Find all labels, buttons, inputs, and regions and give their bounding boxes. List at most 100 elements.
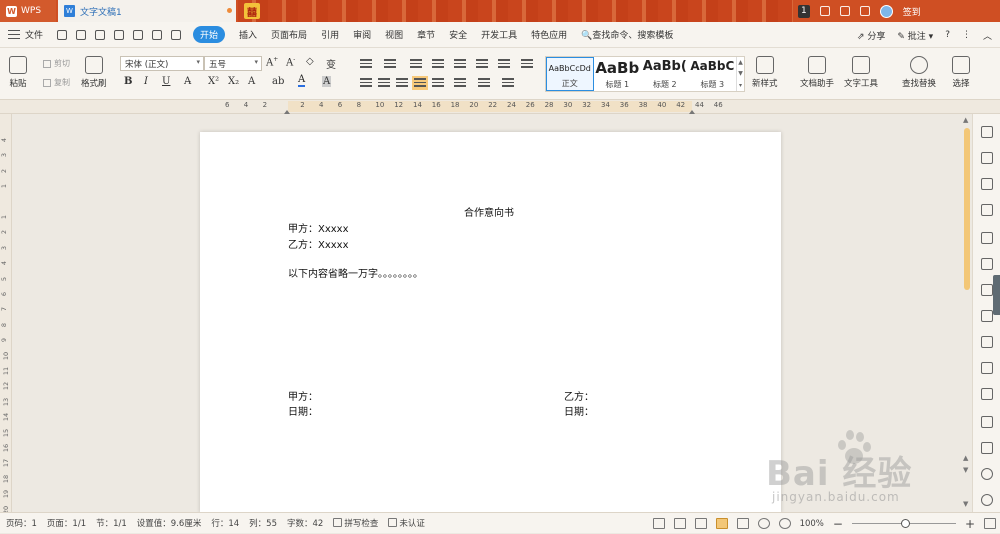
vertical-ruler[interactable]: 4 3 2 1 1 2 3 4 5 6 7 8 9 10 11 12 13 14 15 16 17 18 19 20 bbox=[0, 114, 12, 514]
clear-format-icon[interactable]: ◇ bbox=[306, 56, 314, 67]
outline-view-icon[interactable] bbox=[694, 518, 707, 529]
select-arrow-icon[interactable] bbox=[981, 152, 993, 164]
fit-page-icon[interactable] bbox=[984, 518, 996, 529]
print-icon[interactable] bbox=[95, 29, 106, 40]
text-tools-button[interactable]: 文字工具 bbox=[844, 56, 878, 89]
tab-page-layout[interactable]: 页面布局 bbox=[271, 28, 307, 41]
font-name-select[interactable]: 宋体 (正文) bbox=[120, 56, 204, 71]
pen-icon[interactable] bbox=[981, 126, 993, 138]
redo-icon[interactable] bbox=[152, 29, 163, 40]
align-left-icon[interactable] bbox=[360, 78, 372, 88]
tab-developer[interactable]: 开发工具 bbox=[481, 28, 517, 41]
font-size-select[interactable]: 五号 bbox=[204, 56, 262, 71]
justify-icon[interactable] bbox=[412, 76, 428, 90]
more-icon[interactable]: ⋮ bbox=[962, 30, 971, 40]
style-heading1[interactable]: AaBb 标题 1 bbox=[594, 57, 642, 91]
find-replace-button[interactable]: 查找替换 bbox=[902, 56, 936, 89]
notification-badge[interactable]: 1 bbox=[798, 4, 810, 18]
align-right-icon[interactable] bbox=[396, 78, 408, 88]
style-heading3[interactable]: AaBbC 标题 3 bbox=[689, 57, 737, 91]
shrink-font-icon[interactable]: A- bbox=[286, 56, 295, 68]
auth-button[interactable]: 未认证 bbox=[388, 517, 425, 529]
table-layout-icon[interactable] bbox=[521, 59, 533, 69]
highlight-icon[interactable]: ab bbox=[272, 76, 284, 87]
document-tab[interactable]: W 文字文稿1 bbox=[58, 0, 236, 22]
library-icon[interactable] bbox=[981, 310, 993, 322]
tab-references[interactable]: 引用 bbox=[321, 28, 339, 41]
globe-icon[interactable] bbox=[757, 518, 770, 529]
shirt-icon[interactable] bbox=[839, 6, 850, 16]
comment-button[interactable]: ✎ 批注 ▾ bbox=[897, 29, 933, 42]
increase-indent-icon[interactable] bbox=[432, 59, 444, 69]
collapse-ribbon-icon[interactable]: ︿ bbox=[983, 29, 992, 42]
image-icon[interactable] bbox=[981, 416, 993, 428]
select-button[interactable]: 选择 bbox=[952, 56, 970, 89]
zoom-level[interactable]: 100% bbox=[800, 519, 824, 529]
undo-icon[interactable] bbox=[133, 29, 144, 40]
bold-button[interactable]: B bbox=[124, 76, 132, 87]
status-setting[interactable]: 设置值：9.6厘米 bbox=[137, 517, 202, 529]
print-preview-icon[interactable] bbox=[114, 29, 125, 40]
status-page-number[interactable]: 页码：1 bbox=[6, 517, 37, 529]
user-avatar[interactable] bbox=[879, 4, 893, 18]
web-view-icon[interactable] bbox=[736, 518, 749, 529]
align-center-icon[interactable] bbox=[378, 78, 390, 88]
zoom-in-icon[interactable]: + bbox=[965, 517, 975, 531]
note-icon[interactable] bbox=[981, 362, 993, 374]
grow-font-icon[interactable]: A+ bbox=[266, 56, 278, 68]
status-section[interactable]: 节：1/1 bbox=[96, 517, 127, 529]
spell-check-button[interactable]: 拼写检查 bbox=[333, 517, 378, 529]
document-page[interactable]: 合作意向书 甲方：Xxxxx 乙方：Xxxxx 以下内容省略一万字。。。。。。。… bbox=[200, 132, 781, 513]
expand-icon[interactable]: ▾ bbox=[739, 82, 742, 89]
tab-review[interactable]: 审阅 bbox=[353, 28, 371, 41]
char-shading-icon[interactable]: A bbox=[322, 76, 332, 87]
font-color-icon[interactable]: A bbox=[298, 74, 306, 87]
chevron-up-icon[interactable]: ▲ bbox=[738, 59, 743, 66]
zoom-out-icon[interactable]: − bbox=[833, 517, 843, 531]
history-icon[interactable] bbox=[981, 468, 993, 480]
sort-icon[interactable] bbox=[476, 59, 488, 69]
help-button[interactable]: ? bbox=[945, 30, 950, 40]
show-marks-icon[interactable] bbox=[498, 59, 510, 69]
chevron-down-icon[interactable]: ▼ bbox=[738, 70, 743, 77]
tab-view[interactable]: 视图 bbox=[385, 28, 403, 41]
table-icon[interactable] bbox=[981, 232, 993, 244]
cut-button[interactable]: 剪切 bbox=[43, 58, 70, 69]
borders-icon[interactable] bbox=[502, 78, 514, 88]
eye-protect-icon[interactable] bbox=[778, 518, 791, 529]
tab-insert[interactable]: 插入 bbox=[239, 28, 257, 41]
copy-button[interactable]: 复制 bbox=[43, 77, 70, 88]
reading-view-icon[interactable] bbox=[673, 518, 686, 529]
underline-button[interactable]: U bbox=[162, 76, 170, 87]
chinese-layout-icon[interactable] bbox=[454, 59, 466, 69]
scroll-up-icon[interactable]: ▲ bbox=[963, 116, 968, 124]
strikethrough-icon[interactable]: A̶ bbox=[184, 76, 191, 87]
superscript-icon[interactable]: X² bbox=[208, 76, 219, 87]
side-panel-tab[interactable] bbox=[993, 275, 1000, 315]
page-view-icon[interactable] bbox=[715, 518, 728, 529]
numbering-icon[interactable] bbox=[384, 59, 396, 69]
festival-banner[interactable] bbox=[238, 0, 793, 22]
command-search[interactable]: 🔍查找命令、搜索模板 bbox=[581, 28, 673, 41]
menu-hamburger-icon[interactable] bbox=[8, 30, 20, 39]
style-gallery-scroll[interactable]: ▲ ▼ ▾ bbox=[736, 57, 744, 91]
export-pdf-icon[interactable] bbox=[76, 29, 87, 40]
bullets-icon[interactable] bbox=[360, 59, 372, 69]
scrollbar-thumb[interactable] bbox=[964, 128, 970, 290]
share-button[interactable]: ⇗ 分享 bbox=[857, 29, 885, 42]
checkin-label[interactable]: 签到 bbox=[903, 5, 921, 18]
status-row[interactable]: 行：14 bbox=[211, 517, 239, 529]
share-out-icon[interactable] bbox=[981, 336, 993, 348]
wps-home-tab[interactable]: W WPS bbox=[0, 0, 56, 22]
zoom-slider-knob[interactable] bbox=[901, 518, 911, 528]
format-painter-button[interactable]: 格式刷 bbox=[81, 56, 107, 89]
layout-icon[interactable] bbox=[859, 6, 870, 16]
apps-grid-icon[interactable] bbox=[981, 258, 993, 270]
style-normal[interactable]: AaBbCcDd 正文 bbox=[546, 57, 594, 91]
tab-chapter[interactable]: 章节 bbox=[417, 28, 435, 41]
shapes-icon[interactable] bbox=[981, 178, 993, 190]
zoom-slider[interactable] bbox=[851, 518, 956, 529]
style-heading2[interactable]: AaBb( 标题 2 bbox=[641, 57, 689, 91]
new-style-button[interactable]: 新样式 bbox=[752, 56, 778, 89]
tab-special[interactable]: 特色应用 bbox=[531, 28, 567, 41]
